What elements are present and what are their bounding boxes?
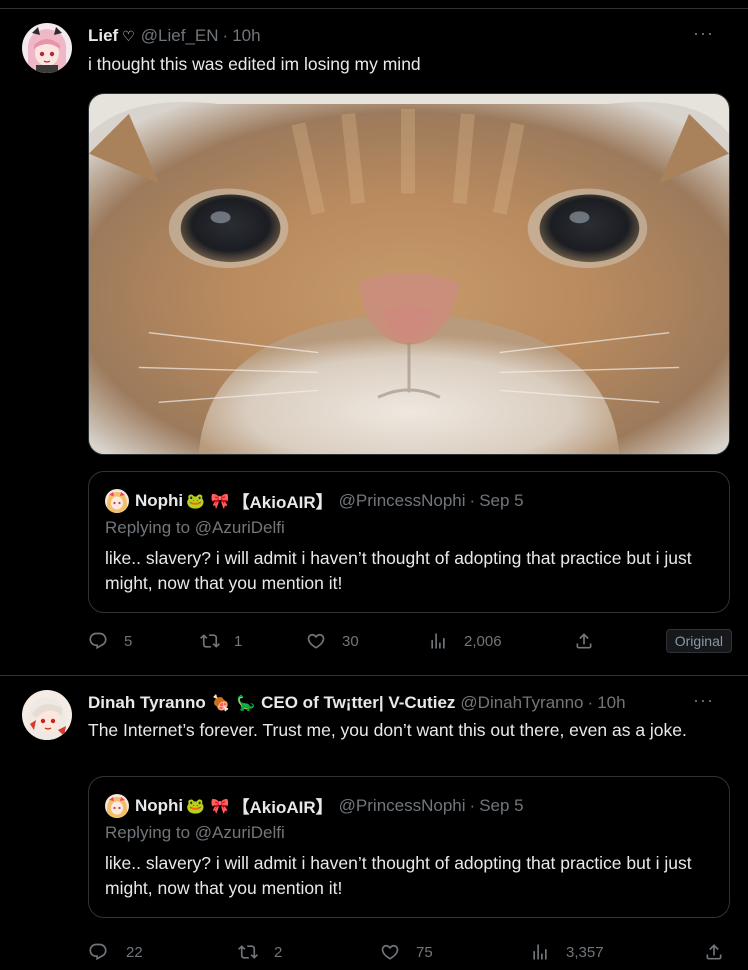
dinosaur-emoji: 🦕 xyxy=(236,695,256,712)
like-button[interactable]: 75 xyxy=(380,940,433,964)
views-count: 3,357 xyxy=(566,943,604,961)
quote-author-name[interactable]: Nophi xyxy=(135,491,183,511)
quote-avatar xyxy=(105,793,129,818)
separator-dot: · xyxy=(587,693,594,712)
tweet[interactable]: Lief ♡ @Lief_EN · 10h ··· i thought this… xyxy=(0,8,748,676)
author-handle[interactable]: @Lief_EN xyxy=(141,26,219,46)
reply-count: 22 xyxy=(126,943,143,961)
views-button[interactable]: 2,006 xyxy=(428,629,502,653)
quote-author-name[interactable]: Nophi xyxy=(135,796,183,816)
frog-emoji: 🐸 xyxy=(186,492,205,510)
like-count: 75 xyxy=(416,943,433,961)
repost-icon xyxy=(238,942,258,962)
share-icon xyxy=(704,942,724,962)
replying-to: Replying to @AzuriDelfi xyxy=(105,518,285,538)
avatar[interactable] xyxy=(22,690,72,740)
tweet[interactable]: Dinah Tyranno 🍖 🦕 CEO of Tw¡tter| V-Cuti… xyxy=(0,676,748,970)
original-badge[interactable]: Original xyxy=(665,629,732,653)
repost-count: 2 xyxy=(274,943,283,961)
views-icon xyxy=(530,942,550,962)
quoted-tweet[interactable]: Nophi 🐸 🎀 【AkioAIR】 @PrincessNophi · Sep… xyxy=(88,471,730,613)
replying-to-mention[interactable]: @AzuriDelfi xyxy=(195,518,285,537)
tweet-image[interactable] xyxy=(88,93,730,455)
quote-header: Nophi 🐸 🎀 【AkioAIR】 @PrincessNophi · Sep… xyxy=(105,793,524,818)
replying-to-mention[interactable]: @AzuriDelfi xyxy=(195,823,285,842)
more-options-icon[interactable]: ··· xyxy=(693,690,714,711)
separator-dot: · xyxy=(222,26,229,45)
tweet-header: Dinah Tyranno 🍖 🦕 CEO of Tw¡tter| V-Cuti… xyxy=(88,690,732,714)
like-icon xyxy=(306,631,326,651)
views-button[interactable]: 3,357 xyxy=(530,940,604,964)
frog-emoji: 🐸 xyxy=(186,797,205,815)
ribbon-emoji: 🎀 xyxy=(210,492,230,510)
quote-timestamp: Sep 5 xyxy=(479,795,524,815)
quote-header: Nophi 🐸 🎀 【AkioAIR】 @PrincessNophi · Sep… xyxy=(105,488,524,513)
avatar[interactable] xyxy=(22,23,72,73)
timestamp[interactable]: 10h xyxy=(597,693,625,713)
quote-text: like.. slavery? i will admit i haven’t t… xyxy=(105,548,692,593)
like-count: 30 xyxy=(342,632,359,650)
repost-button[interactable]: 1 xyxy=(200,629,242,653)
author-name[interactable]: Lief xyxy=(88,26,118,46)
reply-button[interactable]: 5 xyxy=(88,629,132,653)
repost-icon xyxy=(200,631,220,651)
share-icon xyxy=(574,631,594,651)
tweet-actions: 5 1 30 2,006 Original xyxy=(88,629,732,653)
share-button[interactable] xyxy=(704,940,724,964)
tweet-header: Lief ♡ @Lief_EN · 10h ··· xyxy=(88,23,732,47)
like-icon xyxy=(380,942,400,962)
quote-avatar xyxy=(105,488,129,513)
reply-icon xyxy=(88,942,108,962)
like-button[interactable]: 30 xyxy=(306,629,359,653)
quote-author-handle: @PrincessNophi xyxy=(338,795,466,815)
quoted-tweet[interactable]: Nophi 🐸 🎀 【AkioAIR】 @PrincessNophi · Sep… xyxy=(88,776,730,918)
replying-prefix: Replying to xyxy=(105,518,195,537)
heart-glyph: ♡ xyxy=(122,27,135,44)
reply-count: 5 xyxy=(124,632,133,650)
quote-author-name-suffix: 【AkioAIR】 xyxy=(232,493,333,512)
quote-author-handle: @PrincessNophi xyxy=(338,490,466,510)
share-button[interactable] xyxy=(574,629,594,653)
repost-button[interactable]: 2 xyxy=(238,940,282,964)
replying-prefix: Replying to xyxy=(105,823,195,842)
reply-icon xyxy=(88,631,108,651)
ribbon-emoji: 🎀 xyxy=(210,797,230,815)
quote-author-name-suffix: 【AkioAIR】 xyxy=(232,798,333,817)
author-handle[interactable]: @DinahTyranno xyxy=(460,693,583,713)
views-icon xyxy=(428,631,448,651)
reply-button[interactable]: 22 xyxy=(88,940,143,964)
replying-to: Replying to @AzuriDelfi xyxy=(105,823,285,843)
author-name-suffix: CEO of Tw¡tter| V-Cutiez xyxy=(261,693,456,712)
quote-text: like.. slavery? i will admit i haven’t t… xyxy=(105,853,692,898)
author-name[interactable]: Dinah Tyranno xyxy=(88,693,206,713)
separator-dot: · xyxy=(469,795,476,815)
quote-timestamp: Sep 5 xyxy=(479,490,524,510)
tweet-actions: 22 2 75 3,357 xyxy=(88,940,732,964)
more-options-icon[interactable]: ··· xyxy=(693,23,714,44)
repost-count: 1 xyxy=(234,632,243,650)
tweet-text: i thought this was edited im losing my m… xyxy=(88,54,421,74)
views-count: 2,006 xyxy=(464,632,502,650)
tweet-text: The Internet’s forever. Trust me, you do… xyxy=(88,720,687,740)
separator-dot: · xyxy=(469,490,476,510)
timestamp[interactable]: 10h xyxy=(232,26,260,46)
meat-emoji: 🍖 xyxy=(211,695,231,712)
